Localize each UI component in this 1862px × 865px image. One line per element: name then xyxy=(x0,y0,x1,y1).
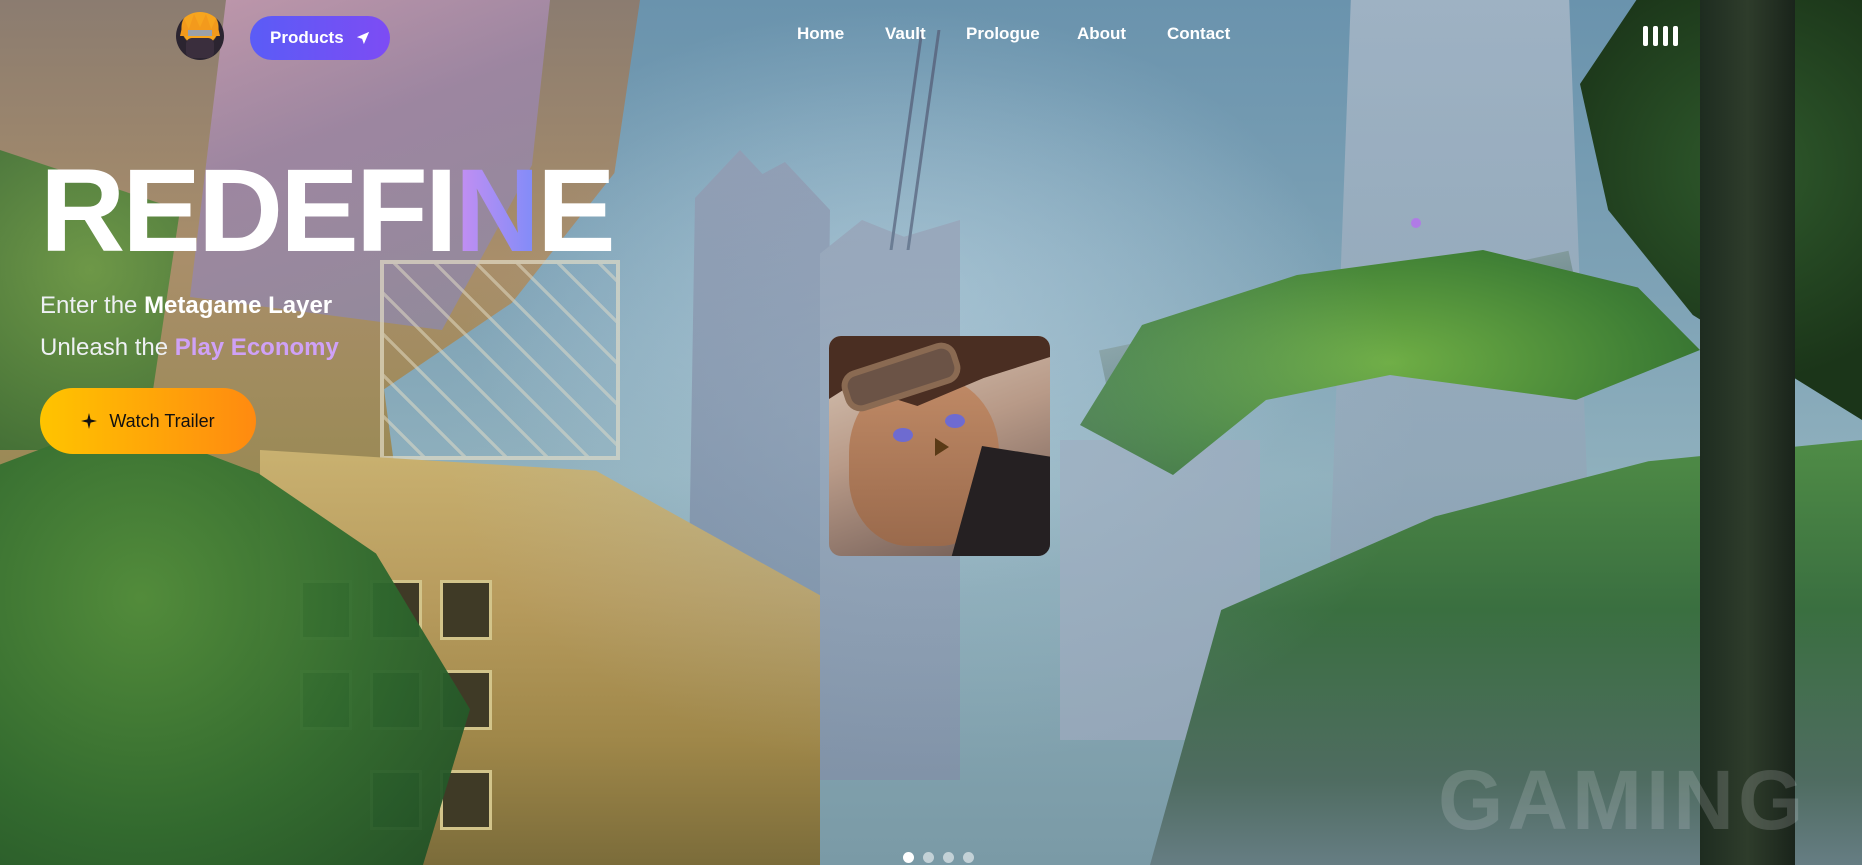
pager-dot[interactable] xyxy=(943,852,954,863)
nav-link-contact[interactable]: Contact xyxy=(1167,24,1230,44)
send-icon xyxy=(356,31,369,45)
audio-bars-icon[interactable] xyxy=(1643,26,1681,48)
slide-pager xyxy=(903,852,974,863)
hero-title-tail: E xyxy=(536,145,616,277)
pager-dot[interactable] xyxy=(963,852,974,863)
sparkle-icon xyxy=(81,413,98,429)
watch-trailer-label: Watch Trailer xyxy=(109,410,215,431)
ninja-avatar-icon[interactable] xyxy=(176,12,224,60)
audio-bar xyxy=(1663,26,1668,46)
hero-title: REDEFINE xyxy=(40,152,616,270)
products-label: Products xyxy=(270,28,344,47)
gaming-watermark: GAMING xyxy=(1438,753,1808,847)
audio-bar xyxy=(1653,26,1658,46)
nav-link-home[interactable]: Home xyxy=(797,24,844,44)
pager-dot[interactable] xyxy=(923,852,934,863)
watch-trailer-button[interactable]: Watch Trailer xyxy=(40,388,256,454)
subtitle-highlight: Play Economy xyxy=(174,334,339,361)
logo-mask xyxy=(186,38,214,58)
audio-bar xyxy=(1643,26,1648,46)
subtitle-prefix: Unleash the xyxy=(40,334,175,361)
audio-bar xyxy=(1673,26,1678,46)
nav-link-vault[interactable]: Vault xyxy=(885,24,926,44)
play-icon xyxy=(935,438,949,456)
pager-dot[interactable] xyxy=(903,852,914,863)
nav-link-about[interactable]: About xyxy=(1077,24,1126,44)
top-navbar: Products Home Vault Prologue About Conta… xyxy=(0,0,1862,76)
hero-subtitle-line1: Enter the Metagame Layer xyxy=(40,292,332,320)
subtitle-highlight: Metagame Layer xyxy=(144,292,333,319)
logo-headband xyxy=(188,30,212,36)
accent-dot xyxy=(1411,218,1421,228)
nav-link-prologue[interactable]: Prologue xyxy=(966,24,1040,44)
hero-title-main: REDEFI xyxy=(40,145,458,277)
subtitle-prefix: Enter the xyxy=(40,292,145,319)
hero-subtitle-line2: Unleash the Play Economy xyxy=(40,334,339,362)
preview-eye xyxy=(893,428,913,442)
video-preview-thumbnail[interactable] xyxy=(829,336,1050,556)
preview-eye xyxy=(945,414,965,428)
products-button[interactable]: Products xyxy=(250,16,390,60)
hero-title-accent: N xyxy=(454,145,540,277)
